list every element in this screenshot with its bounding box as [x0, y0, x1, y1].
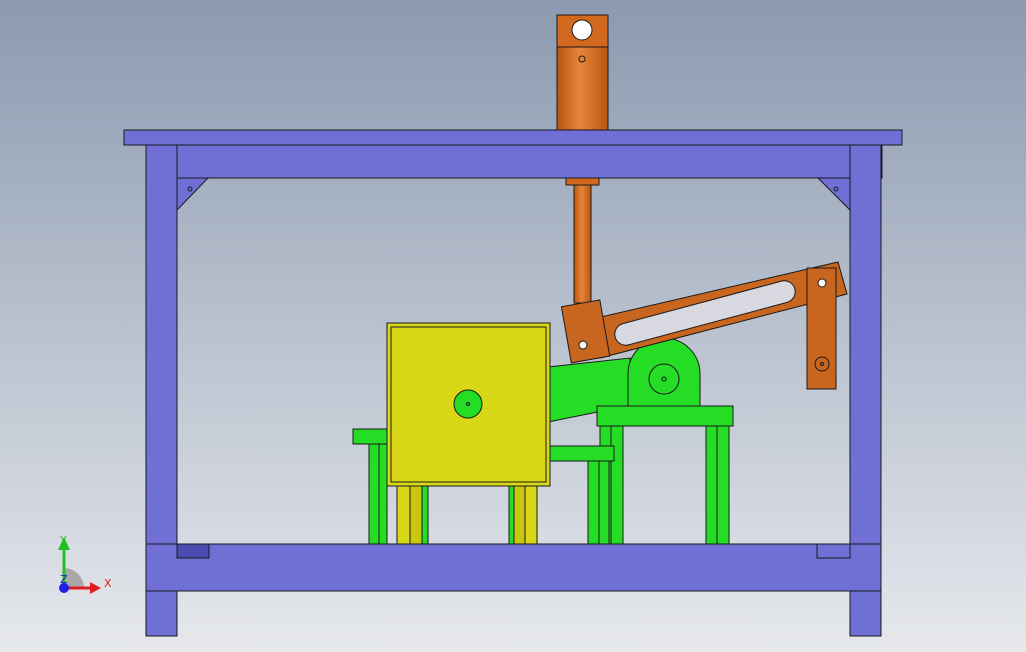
box-leg-6: [524, 485, 538, 545]
drop-link-top-pin: [817, 278, 827, 288]
box-leg-5: [513, 485, 526, 545]
piston-rod[interactable]: [573, 184, 592, 304]
middle-stand-top[interactable]: [548, 445, 615, 462]
left-stand-top[interactable]: [352, 428, 389, 445]
box-leg-2: [409, 485, 423, 545]
clevis-hole: [571, 19, 593, 41]
x-axis-label: X: [104, 577, 112, 590]
box-shaft[interactable]: [453, 389, 483, 419]
cad-viewport[interactable]: Y X Z: [0, 0, 1026, 652]
box-leg-3: [421, 485, 429, 545]
box-leg-4: [508, 485, 515, 545]
bottom-rail[interactable]: [145, 543, 882, 592]
cylinder-body[interactable]: [556, 46, 609, 131]
left-foot-pad: [176, 543, 210, 559]
right-stand-top[interactable]: [596, 405, 734, 427]
right-foot-pad: [816, 543, 851, 559]
table-top-plate[interactable]: [123, 129, 903, 146]
y-axis-label: Y: [59, 534, 67, 547]
middle-stand-leg-2: [598, 460, 610, 545]
rod-gland: [565, 177, 600, 186]
left-stand-leg-2: [378, 443, 388, 545]
right-stand-leg-3: [705, 425, 718, 545]
middle-stand-leg-1: [587, 460, 600, 545]
top-rail[interactable]: [145, 144, 883, 179]
right-stand-leg-4: [716, 425, 730, 545]
rod-end-pin: [578, 340, 588, 350]
right-stand-leg-2: [610, 425, 624, 545]
box-leg-1: [396, 485, 411, 545]
left-stand-leg-1: [368, 443, 380, 545]
model-view[interactable]: Y X Z: [0, 0, 1026, 652]
z-axis-label: Z: [60, 573, 68, 586]
